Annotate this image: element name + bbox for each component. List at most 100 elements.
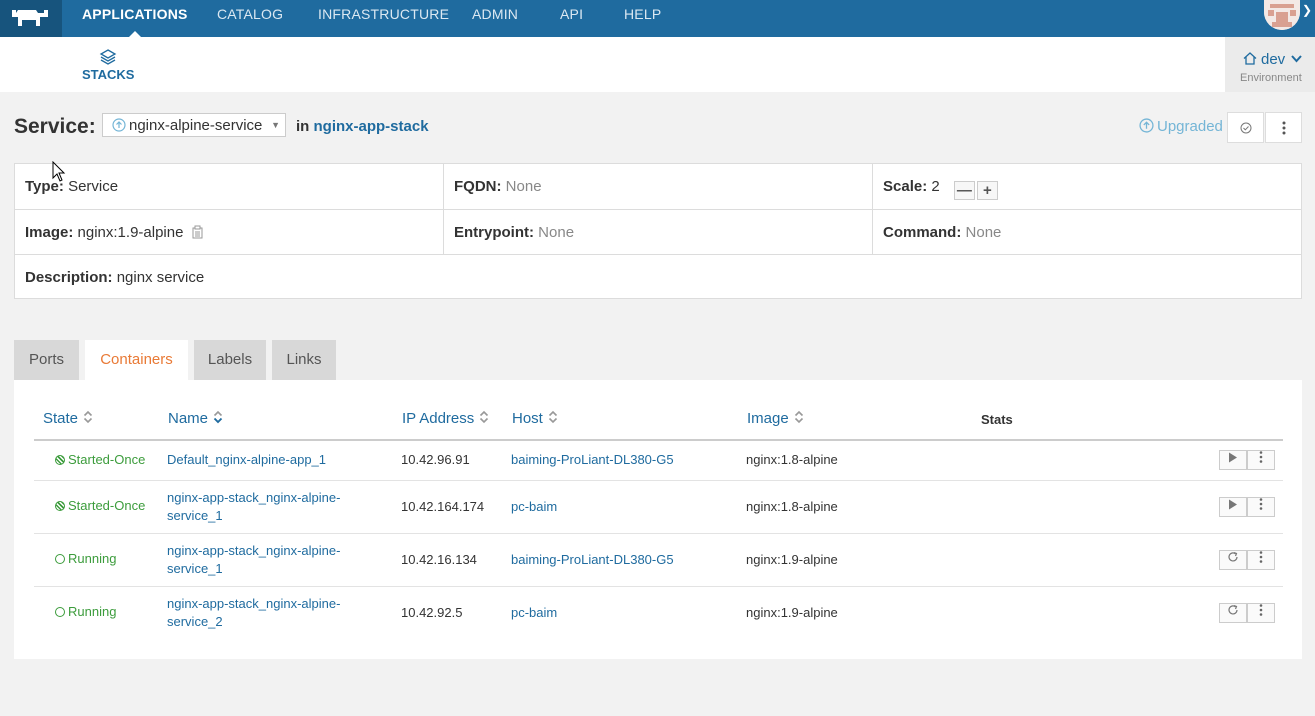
page-title: Service: (14, 115, 96, 138)
copy-icon[interactable] (191, 225, 205, 239)
type-field: Type: Service (25, 178, 119, 195)
status-badge: Upgraded (1139, 118, 1223, 137)
row-state: Running (55, 550, 116, 568)
fqdn-field: FQDN: None (454, 178, 542, 195)
container-name-link[interactable]: Default_nginx-alpine-app_1 (167, 451, 326, 469)
stacks-tab[interactable]: STACKS (82, 49, 134, 82)
column-header-image[interactable]: Image (747, 410, 804, 428)
rancher-logo-icon (12, 10, 48, 26)
nav-catalog[interactable]: CATALOG (217, 0, 283, 37)
start-button[interactable] (1219, 450, 1247, 470)
environment-switcher[interactable]: dev Environment (1225, 37, 1315, 92)
tab-links[interactable]: Links (272, 340, 336, 380)
row-divider (34, 586, 1283, 587)
home-icon (1243, 52, 1257, 65)
table-header-divider (34, 439, 1283, 441)
nav-infrastructure[interactable]: INFRASTRUCTURE (318, 0, 449, 37)
restart-icon (1228, 551, 1238, 562)
kebab-menu-icon (1259, 451, 1263, 463)
check-circle-icon (1240, 122, 1251, 134)
play-icon (1229, 452, 1237, 463)
started-once-icon (55, 455, 65, 465)
tab-containers[interactable]: Containers (85, 340, 188, 380)
column-header-ip[interactable]: IP Address (402, 410, 489, 428)
scale-field: Scale: 2 — + (883, 178, 998, 200)
host-link[interactable]: pc-baim (511, 604, 557, 622)
nav-applications[interactable]: APPLICATIONS (82, 0, 188, 37)
upgraded-icon (1139, 118, 1154, 137)
nav-admin[interactable]: ADMIN (472, 0, 518, 37)
top-nav: APPLICATIONS CATALOG INFRASTRUCTURE ADMI… (0, 0, 1315, 37)
row-actions-button[interactable] (1247, 603, 1275, 623)
restart-button[interactable] (1219, 603, 1247, 623)
sort-icon (213, 410, 223, 428)
image-field: Image: nginx:1.9-alpine (25, 224, 205, 241)
description-field: Description: nginx service (25, 269, 205, 286)
divider (15, 254, 1301, 255)
service-info-panel: Type: Service FQDN: None Scale: 2 — + Ima… (14, 163, 1302, 299)
user-avatar[interactable] (1264, 0, 1300, 30)
scale-down-button[interactable]: — (953, 181, 975, 200)
row-state: Running (55, 603, 116, 621)
host-link[interactable]: baiming-ProLiant-DL380-G5 (511, 551, 674, 569)
row-divider (34, 533, 1283, 534)
restart-button[interactable] (1219, 550, 1247, 570)
container-name-link[interactable]: nginx-app-stack_nginx-alpine-service_1 (167, 489, 340, 525)
nav-api[interactable]: API (560, 0, 583, 37)
service-select[interactable]: nginx-alpine-service ▼ (102, 113, 286, 137)
kebab-menu-icon (1259, 498, 1263, 510)
scale-up-button[interactable]: + (976, 181, 998, 200)
entrypoint-field: Entrypoint: None (454, 224, 575, 241)
container-name-link[interactable]: nginx-app-stack_nginx-alpine-service_1 (167, 542, 340, 578)
sort-icon (83, 410, 93, 428)
tab-ports[interactable]: Ports (14, 340, 79, 380)
restart-icon (1228, 604, 1238, 615)
caret-down-icon: ▼ (271, 120, 280, 130)
row-actions-button[interactable] (1247, 450, 1275, 470)
sort-icon (548, 410, 558, 428)
started-once-icon (55, 501, 65, 511)
host-link[interactable]: pc-baim (511, 498, 557, 516)
chevron-down-icon[interactable]: ❯ (1302, 3, 1312, 17)
stack-link[interactable]: nginx-app-stack (314, 118, 429, 135)
sub-nav: STACKS dev Environment (0, 37, 1315, 92)
divider (15, 209, 1301, 210)
start-button[interactable] (1219, 497, 1247, 517)
column-header-stats: Stats (981, 412, 1013, 427)
environment-name: dev (1243, 51, 1303, 68)
container-ip: 10.42.164.174 (401, 499, 485, 514)
chevron-down-icon (1291, 55, 1303, 63)
environment-label: Environment (1240, 72, 1302, 84)
avatar-icon (1264, 0, 1300, 30)
container-name-link[interactable]: nginx-app-stack_nginx-alpine-service_2 (167, 595, 340, 631)
stacks-icon (99, 49, 117, 65)
rancher-logo[interactable] (0, 0, 62, 37)
container-ip: 10.42.16.134 (401, 552, 477, 567)
running-icon (55, 607, 65, 617)
upgraded-state-icon (112, 118, 126, 136)
kebab-menu-icon (1282, 121, 1285, 135)
container-image: nginx:1.8-alpine (746, 452, 838, 467)
container-image: nginx:1.8-alpine (746, 499, 838, 514)
row-divider (34, 480, 1283, 481)
row-state: Started-Once (55, 497, 145, 515)
kebab-menu-icon (1259, 551, 1263, 563)
command-field: Command: None (883, 224, 1002, 241)
finish-upgrade-button[interactable] (1227, 112, 1264, 143)
stacks-label: STACKS (82, 67, 135, 82)
row-actions-button[interactable] (1247, 550, 1275, 570)
row-actions-button[interactable] (1247, 497, 1275, 517)
nav-help[interactable]: HELP (624, 0, 661, 37)
container-ip: 10.42.96.91 (401, 452, 470, 467)
stack-reference: in nginx-app-stack (296, 118, 429, 135)
host-link[interactable]: baiming-ProLiant-DL380-G5 (511, 451, 674, 469)
column-header-name[interactable]: Name (168, 410, 223, 428)
container-image: nginx:1.9-alpine (746, 605, 838, 620)
column-header-state[interactable]: State (43, 410, 93, 428)
tab-labels[interactable]: Labels (194, 340, 266, 380)
running-icon (55, 554, 65, 564)
mouse-cursor-icon (52, 161, 66, 182)
more-actions-button[interactable] (1265, 112, 1302, 143)
column-header-host[interactable]: Host (512, 410, 558, 428)
sort-icon (479, 410, 489, 428)
